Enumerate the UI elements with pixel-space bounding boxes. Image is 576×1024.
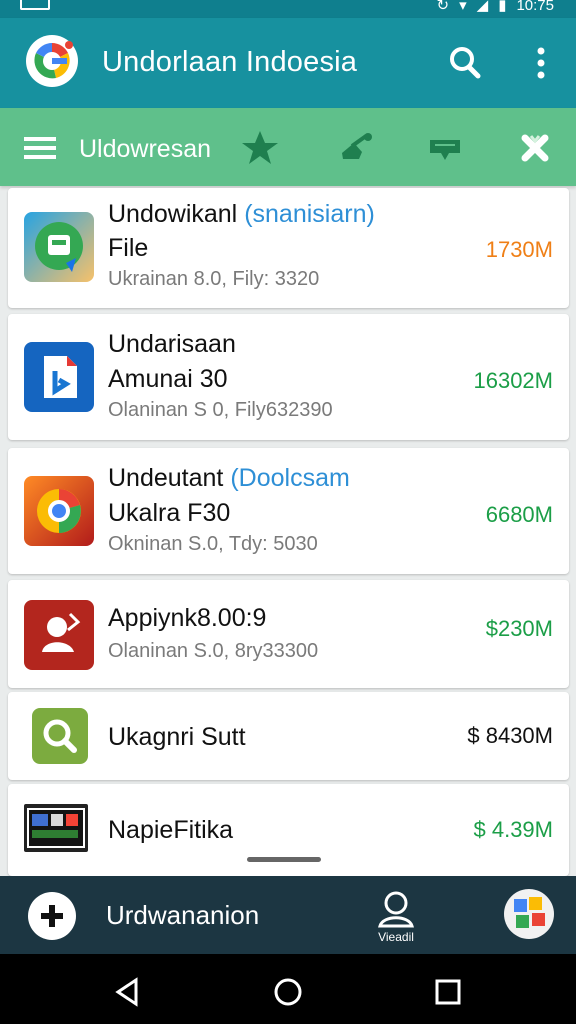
- item-size: $230M: [485, 616, 553, 641]
- item-title-accent: (snanisiarn): [244, 200, 375, 228]
- item-title: Ukagnri Sutt: [108, 723, 246, 751]
- home-icon[interactable]: [272, 976, 304, 1008]
- menu-icon[interactable]: [24, 136, 56, 160]
- time: 10:75: [516, 0, 554, 14]
- tab-bar: Uldowresan: [0, 108, 576, 186]
- wifi-icon: ▾: [459, 0, 467, 14]
- item-size: 1730M: [485, 237, 553, 262]
- star-icon[interactable]: [240, 128, 280, 168]
- app-list: Undowikanl (snanisiarn) File Ukrainan 8.…: [0, 186, 576, 876]
- scroll-handle[interactable]: [247, 857, 321, 862]
- back-icon[interactable]: [112, 976, 144, 1008]
- media-icon: [24, 804, 88, 852]
- profile-label: Vieadil: [378, 930, 414, 944]
- status-bar: ↻ ▾ ◢ ▮ 10:75: [0, 0, 576, 18]
- item-title-accent: (Doolcsam: [230, 464, 350, 492]
- item-size: $ 4.39M: [473, 817, 554, 842]
- recents-icon[interactable]: [432, 976, 464, 1008]
- list-item-5[interactable]: Ukagnri Sutt $ 8430M: [8, 692, 569, 780]
- signal-icon: ◢: [476, 0, 489, 14]
- sync-icon: ↻: [436, 0, 450, 14]
- item-subtitle-line: Ukalra F30: [108, 499, 231, 527]
- item-size: $ 8430M: [467, 723, 553, 748]
- add-icon[interactable]: [28, 892, 76, 940]
- person-icon: [24, 600, 94, 670]
- list-item-4[interactable]: Appiynk8.00:9 Olaninan S.0, 8ry33300 $23…: [8, 580, 569, 688]
- tab-label[interactable]: Uldowresan: [79, 135, 211, 164]
- file-icon: [24, 342, 94, 412]
- list-item-1[interactable]: Undowikanl (snanisiarn) File Ukrainan 8.…: [8, 188, 569, 308]
- chrome-icon: [24, 476, 94, 546]
- list-item-6[interactable]: NapieFitika $ 4.39M: [8, 784, 569, 876]
- more-icon[interactable]: [530, 43, 552, 83]
- app-logo-icon[interactable]: [26, 35, 78, 87]
- message-icon[interactable]: [425, 128, 465, 168]
- item-title: Undarisaan: [108, 330, 236, 358]
- chat-icon: [24, 212, 94, 282]
- list-item-3[interactable]: Undeutant (Doolcsam Ukalra F30 Okninan S…: [8, 448, 569, 574]
- item-size: 16302M: [473, 368, 553, 393]
- item-subtitle-line: File: [108, 234, 149, 262]
- battery-icon: ▮: [498, 0, 507, 14]
- bottom-label[interactable]: Urdwananion: [106, 900, 259, 931]
- item-subtitle-line: Amunai 30: [108, 365, 228, 393]
- item-title: NapieFitika: [108, 816, 234, 844]
- tools-icon[interactable]: [515, 128, 555, 168]
- item-meta: Okninan S.0, Tdy: 5030: [108, 533, 318, 555]
- item-size: 6680M: [485, 502, 553, 527]
- app-bar: Undorlaan Indoesia: [0, 18, 576, 108]
- app-title: Undorlaan Indoesia: [102, 46, 358, 78]
- share-icon[interactable]: [334, 128, 374, 168]
- item-meta: Ukrainan 8.0, Fily: 3320: [108, 268, 320, 290]
- profile-icon[interactable]: Vieadil: [368, 888, 424, 948]
- item-title: Undowikanl: [108, 200, 238, 228]
- item-title: Undeutant: [108, 464, 224, 492]
- bottom-bar: Urdwananion Vieadil: [0, 876, 576, 954]
- list-item-2[interactable]: Undarisaan Amunai 30 Olaninan S 0, Fily6…: [8, 314, 569, 440]
- status-icons: ↻ ▾ ◢ ▮ 10:75: [437, 0, 554, 14]
- navigation-bar: [0, 954, 576, 1024]
- item-meta: Olaninan S 0, Fily632390: [108, 399, 333, 421]
- item-title: Appiynk8.00:9: [108, 604, 267, 632]
- notification-icon: [20, 0, 50, 10]
- search-app-icon: [32, 708, 88, 764]
- item-meta: Olaninan S.0, 8ry33300: [108, 640, 319, 662]
- search-icon[interactable]: [445, 43, 485, 83]
- avatar-icon[interactable]: [504, 889, 554, 939]
